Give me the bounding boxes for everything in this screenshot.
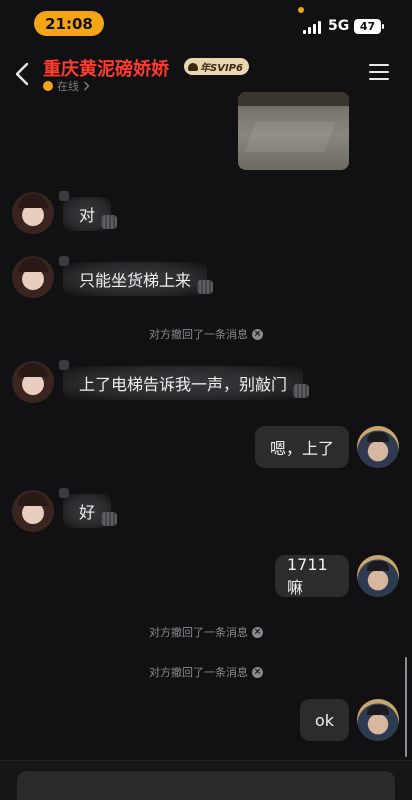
message-input[interactable] <box>17 771 395 800</box>
contact-avatar[interactable] <box>12 192 54 234</box>
privacy-indicator-icon <box>298 7 304 13</box>
bubble-decoration <box>101 215 118 229</box>
status-emoji-icon <box>43 81 53 91</box>
menu-icon[interactable] <box>369 64 389 80</box>
recalled-notice: 对方撤回了一条消息 × <box>0 664 412 680</box>
bubble-decoration <box>59 256 69 266</box>
bubble-decoration <box>59 191 69 201</box>
recalled-notice: 对方撤回了一条消息 × <box>0 326 412 342</box>
outgoing-message[interactable]: 嗯，上了 <box>255 426 349 468</box>
bubble-decoration <box>293 384 310 398</box>
bubble-decoration <box>59 360 69 370</box>
bubble-decoration <box>197 280 214 294</box>
message-text: ok <box>314 710 335 730</box>
close-circle-icon[interactable]: × <box>252 328 263 340</box>
scrollbar[interactable] <box>405 657 407 757</box>
message-text: 嗯，上了 <box>269 439 334 458</box>
message-list[interactable]: 对 只能坐货梯上来 对方撤回了一条消息 × 上了电梯告诉我一声，别敲门 嗯，上了… <box>0 92 412 760</box>
user-avatar[interactable] <box>357 699 399 741</box>
outgoing-message[interactable]: 1711嘛 <box>275 555 349 597</box>
status-bar: 21:08 5G 47 <box>0 0 412 44</box>
incoming-message[interactable]: 好 <box>59 488 118 528</box>
vip-badge-label: 年SVIP6 <box>200 63 243 74</box>
message-text: 上了电梯告诉我一声，别敲门 <box>79 375 288 394</box>
close-circle-icon[interactable]: × <box>252 626 263 638</box>
message-text: 对 <box>79 206 96 225</box>
image-message[interactable] <box>238 92 349 170</box>
network-type: 5G <box>328 18 350 34</box>
battery-icon: 47 <box>354 19 384 34</box>
recalled-notice: 对方撤回了一条消息 × <box>0 624 412 640</box>
contact-status-label: 在线 <box>57 80 79 93</box>
contact-avatar[interactable] <box>12 361 54 403</box>
user-avatar[interactable] <box>357 426 399 468</box>
message-text: 1711嘛 <box>287 554 328 597</box>
bubble-decoration <box>101 512 118 526</box>
signal-icon <box>303 20 325 34</box>
close-circle-icon[interactable]: × <box>252 666 263 678</box>
recalled-notice-text: 对方撤回了一条消息 <box>149 328 248 341</box>
contact-avatar[interactable] <box>12 490 54 532</box>
input-bar <box>0 760 412 800</box>
message-text: 只能坐货梯上来 <box>79 271 192 290</box>
vip-hat-icon <box>188 62 198 71</box>
battery-level: 47 <box>359 20 376 33</box>
incoming-message[interactable]: 对 <box>59 191 118 231</box>
recalled-notice-text: 对方撤回了一条消息 <box>149 626 248 639</box>
incoming-message[interactable]: 只能坐货梯上来 <box>59 256 214 296</box>
chevron-right-icon <box>84 81 90 91</box>
contact-avatar[interactable] <box>12 256 54 298</box>
vip-badge: 年SVIP6 <box>184 58 249 75</box>
recalled-notice-text: 对方撤回了一条消息 <box>149 666 248 679</box>
user-avatar[interactable] <box>357 555 399 597</box>
status-time: 21:08 <box>34 11 104 36</box>
incoming-message[interactable]: 上了电梯告诉我一声，别敲门 <box>59 360 310 400</box>
outgoing-message[interactable]: ok <box>300 699 349 741</box>
chat-header: 重庆黄泥磅娇娇 年SVIP6 在线 <box>0 44 412 100</box>
contact-status[interactable]: 在线 <box>43 78 90 94</box>
back-arrow-icon[interactable] <box>14 62 30 86</box>
bubble-decoration <box>59 488 69 498</box>
message-text: 好 <box>79 503 96 522</box>
